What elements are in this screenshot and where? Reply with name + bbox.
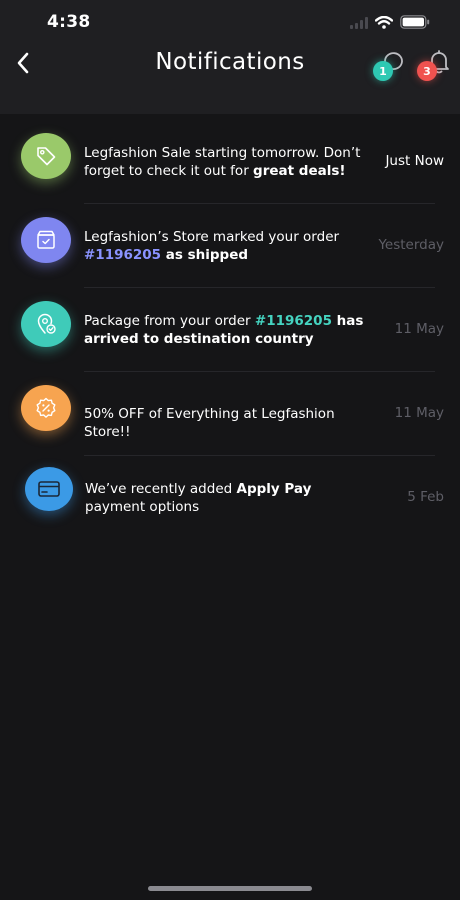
notification-time: Just Now	[385, 153, 444, 169]
battery-icon	[400, 14, 430, 33]
notification-time: 11 May	[394, 321, 444, 337]
notification-time: Yesterday	[378, 237, 444, 253]
notification-time: 11 May	[394, 405, 444, 421]
package-check-icon	[21, 217, 71, 263]
notification-text: Legfashion Sale starting tomorrow. Don’t…	[84, 145, 361, 179]
notifications-screen: 4:38 Notifications 1 3 Legfashion Sale s…	[0, 0, 460, 900]
notification-item[interactable]: 50% OFF of Everything at Legfashion Stor…	[0, 372, 460, 456]
notification-item[interactable]: Legfashion’s Store marked your order #11…	[0, 204, 460, 288]
status-icons	[350, 14, 430, 33]
notification-text: Package from your order #1196205 has arr…	[84, 313, 364, 347]
header: 4:38 Notifications 1 3	[0, 0, 460, 114]
notification-item[interactable]: Legfashion Sale starting tomorrow. Don’t…	[0, 120, 460, 204]
alerts-button[interactable]: 3	[414, 50, 450, 82]
notification-list: Legfashion Sale starting tomorrow. Don’t…	[0, 120, 460, 540]
location-check-icon	[21, 301, 71, 347]
home-indicator	[148, 886, 312, 891]
alerts-badge: 3	[417, 61, 437, 81]
notification-text: 50% OFF of Everything at Legfashion Stor…	[84, 406, 335, 440]
discount-badge-icon	[21, 385, 71, 431]
notification-text: Legfashion’s Store marked your order #11…	[84, 229, 340, 263]
status-time: 4:38	[47, 12, 91, 32]
notification-item[interactable]: Package from your order #1196205 has arr…	[0, 288, 460, 372]
tag-icon	[21, 133, 71, 179]
notification-time: 5 Feb	[407, 489, 444, 505]
notification-text: We’ve recently added Apply Pay payment o…	[85, 481, 312, 515]
back-button[interactable]	[10, 48, 36, 78]
credit-card-icon	[25, 467, 73, 511]
chevron-left-icon	[17, 52, 29, 74]
notification-item[interactable]: We’ve recently added Apply Pay payment o…	[0, 456, 460, 540]
messages-badge: 1	[373, 61, 393, 81]
signal-icon	[350, 14, 368, 33]
wifi-icon	[374, 14, 394, 33]
messages-button[interactable]: 1	[370, 50, 406, 82]
